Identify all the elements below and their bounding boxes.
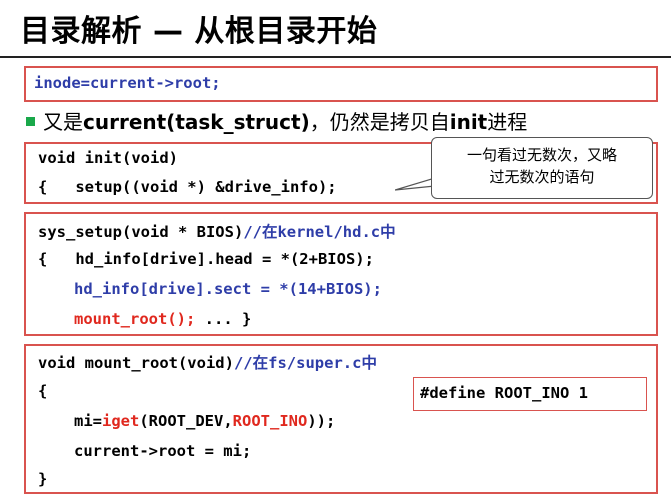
callout-pointer <box>395 178 435 191</box>
define-root-ino: #define ROOT_INO 1 <box>420 384 588 402</box>
setup-comment: //在kernel/hd.c中 <box>243 223 396 241</box>
code-line-mount-2: { <box>38 382 48 400</box>
code-line-init-1: void init(void) <box>38 149 178 167</box>
code-line-init-2: { setup((void *) &drive_info); <box>38 178 337 196</box>
mount-signature: void mount_root(void) <box>38 354 234 372</box>
mount-root-call: mount_root(); <box>74 310 196 328</box>
callout-line-1: 一句看过无数次，又略 <box>466 146 617 164</box>
bullet-mid: current(task_struct) <box>83 110 310 134</box>
bullet-square-icon <box>26 117 35 126</box>
setup-ellipsis: ... } <box>195 310 252 328</box>
bullet-note: 又是current(task_struct)，仍然是拷贝自init进程 <box>26 106 527 135</box>
code-box-mount-root: void mount_root(void)//在fs/super.c中 { mi… <box>24 344 658 494</box>
mi-assign: mi= <box>74 412 102 430</box>
code-line-setup-4: mount_root(); ... } <box>74 310 251 328</box>
code-box-sys-setup: sys_setup(void * BIOS)//在kernel/hd.c中 { … <box>24 212 658 336</box>
root-dev-arg: (ROOT_DEV, <box>139 412 233 430</box>
callout-bubble: 一句看过无数次，又略 过无数次的语句 <box>431 137 653 199</box>
bullet-prefix: 又是 <box>43 110 83 134</box>
code-line-inode: inode=current->root; <box>34 74 221 92</box>
code-line-setup-3: hd_info[drive].sect = *(14+BIOS); <box>74 280 382 298</box>
setup-signature: sys_setup(void * BIOS) <box>38 223 244 241</box>
mount-comment: //在fs/super.c中 <box>233 354 377 372</box>
root-ino-arg: ROOT_INO <box>232 412 308 430</box>
code-line-mount-3: mi=iget(ROOT_DEV,ROOT_INO)); <box>74 412 335 430</box>
bullet-suffix: ，仍然是拷贝自 <box>309 110 450 134</box>
bullet-bold: init <box>449 110 488 134</box>
code-box-inode: inode=current->root; <box>24 66 658 102</box>
code-line-setup-2: { hd_info[drive].head = *(2+BIOS); <box>38 250 374 268</box>
iget-call: iget <box>102 412 140 430</box>
code-line-setup-1: sys_setup(void * BIOS)//在kernel/hd.c中 <box>38 220 396 242</box>
callout-line-2: 过无数次的语句 <box>489 168 595 186</box>
title-divider <box>0 56 671 58</box>
call-close: )); <box>307 412 336 430</box>
define-root-ino-box: #define ROOT_INO 1 <box>413 377 647 411</box>
bullet-end: 进程 <box>487 110 528 134</box>
code-line-mount-4: current->root = mi; <box>74 442 252 460</box>
code-line-mount-1: void mount_root(void)//在fs/super.c中 <box>38 351 377 373</box>
code-line-mount-5: } <box>38 470 48 488</box>
slide-title: 目录解析 — 从根目录开始 <box>20 14 378 49</box>
